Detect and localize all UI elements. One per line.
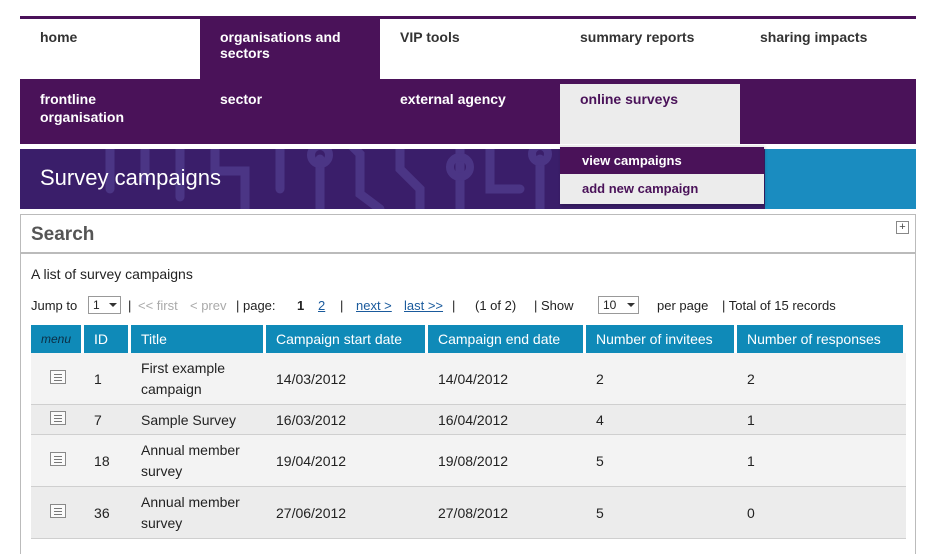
cell-id: 7 <box>84 405 132 435</box>
pager-sep: | <box>340 298 344 313</box>
list-caption: A list of survey campaigns <box>31 266 193 282</box>
column-header-menu: menu <box>31 325 85 353</box>
sub-navigation: frontline organisation sector external a… <box>20 79 916 144</box>
subnav-external-agency[interactable]: external agency <box>380 79 560 119</box>
column-header-end-date[interactable]: Campaign end date <box>427 325 586 353</box>
column-header-responses[interactable]: Number of responses <box>736 325 906 353</box>
top-navigation: home organisations and sectors VIP tools… <box>20 19 916 79</box>
cell-end-date: 27/08/2012 <box>427 487 586 539</box>
search-panel: Search + <box>20 214 916 253</box>
total-records: | Total of 15 records <box>722 298 836 313</box>
page-banner: Survey campaigns <box>20 149 916 209</box>
table-header-row: menu ID Title Campaign start date Campai… <box>31 325 906 353</box>
cell-title: First example campaign <box>131 353 266 405</box>
row-menu-icon[interactable] <box>49 370 66 384</box>
cell-title: Annual member survey <box>131 435 266 487</box>
nav-vip-tools[interactable]: VIP tools <box>380 19 560 79</box>
subnav-frontline-organisation[interactable]: frontline organisation <box>20 79 200 137</box>
nav-sharing-impacts[interactable]: sharing impacts <box>740 19 916 79</box>
cell-invitees: 4 <box>585 405 737 435</box>
jump-to-label: Jump to <box>31 298 78 313</box>
row-menu-icon[interactable] <box>49 504 66 518</box>
page-2-link[interactable]: 2 <box>318 298 325 313</box>
dropdown-add-new-campaign[interactable]: add new campaign <box>560 175 764 202</box>
nav-home[interactable]: home <box>20 19 200 79</box>
cell-responses: 2 <box>736 353 906 405</box>
per-page-label: per page <box>657 298 709 313</box>
search-heading[interactable]: Search <box>31 224 94 246</box>
last-page-link[interactable]: last >> <box>404 298 443 313</box>
table-row: 36 Annual member survey 27/06/2012 27/08… <box>31 487 906 539</box>
show-per-page-select[interactable]: 10 <box>598 296 639 314</box>
prev-page-link[interactable]: < prev <box>190 298 227 313</box>
row-menu-icon[interactable] <box>49 452 66 466</box>
cell-invitees: 2 <box>585 353 737 405</box>
cell-id: 1 <box>84 353 132 405</box>
page-count: (1 of 2) <box>475 298 517 313</box>
next-page-link[interactable]: next > <box>356 298 392 313</box>
pagination-bar: Jump to 1 | << first < prev | page: 1 2 … <box>31 296 891 316</box>
nav-organisations-and-sectors[interactable]: organisations and sectors <box>200 19 380 79</box>
cell-invitees: 5 <box>585 435 737 487</box>
row-menu-icon[interactable] <box>49 411 66 425</box>
chevron-down-icon <box>627 303 635 307</box>
table-row: 7 Sample Survey 16/03/2012 16/04/2012 4 … <box>31 405 906 435</box>
cell-end-date: 16/04/2012 <box>427 405 586 435</box>
cell-title: Annual member survey <box>131 487 266 539</box>
show-label: | Show <box>534 298 574 313</box>
first-page-link[interactable]: << first <box>138 298 178 313</box>
jump-to-value: 1 <box>93 298 100 312</box>
show-per-page-value: 10 <box>603 298 617 312</box>
subnav-sector[interactable]: sector <box>200 79 380 119</box>
column-header-id[interactable]: ID <box>84 325 132 353</box>
cell-id: 36 <box>84 487 132 539</box>
cell-start-date: 19/04/2012 <box>266 435 428 487</box>
cell-start-date: 14/03/2012 <box>266 353 428 405</box>
column-header-start-date[interactable]: Campaign start date <box>266 325 428 353</box>
cell-invitees: 5 <box>585 487 737 539</box>
cell-responses: 0 <box>736 487 906 539</box>
cell-responses: 1 <box>736 405 906 435</box>
current-page: 1 <box>297 298 305 313</box>
online-surveys-dropdown: view campaigns add new campaign <box>560 145 764 204</box>
subnav-online-surveys[interactable]: online surveys <box>560 84 740 144</box>
pager-sep: | <box>452 298 456 313</box>
page-label: | page: <box>236 298 276 313</box>
cell-end-date: 14/04/2012 <box>427 353 586 405</box>
cell-start-date: 16/03/2012 <box>266 405 428 435</box>
table-row: 18 Annual member survey 19/04/2012 19/08… <box>31 435 906 487</box>
nav-summary-reports[interactable]: summary reports <box>560 19 740 79</box>
cell-start-date: 27/06/2012 <box>266 487 428 539</box>
column-header-title[interactable]: Title <box>131 325 266 353</box>
jump-to-select[interactable]: 1 <box>88 296 121 314</box>
table-row: 1 First example campaign 14/03/2012 14/0… <box>31 353 906 405</box>
cell-responses: 1 <box>736 435 906 487</box>
cell-id: 18 <box>84 435 132 487</box>
pager-sep: | <box>128 298 132 313</box>
campaigns-table: menu ID Title Campaign start date Campai… <box>31 325 906 539</box>
dropdown-view-campaigns[interactable]: view campaigns <box>560 147 764 174</box>
cell-end-date: 19/08/2012 <box>427 435 586 487</box>
expand-icon[interactable]: + <box>896 221 909 234</box>
page-title: Survey campaigns <box>40 165 221 190</box>
chevron-down-icon <box>109 303 117 307</box>
banner-accent <box>765 149 916 209</box>
cell-title: Sample Survey <box>131 405 266 435</box>
column-header-invitees[interactable]: Number of invitees <box>585 325 737 353</box>
